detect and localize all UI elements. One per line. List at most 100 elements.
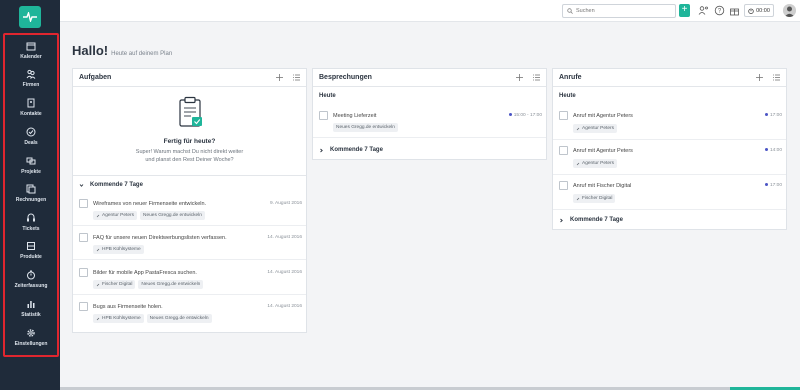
call-time-value: 17:00 [769, 183, 782, 188]
list-view-icon[interactable] [292, 73, 301, 82]
statistics-icon [27, 301, 35, 308]
tag-company[interactable]: HPB Kühlsysteme [93, 314, 144, 323]
meeting-row: Meeting Lieferzeit 15:00 - 17:00 Neues G… [313, 107, 546, 138]
gift-icon[interactable] [729, 5, 740, 16]
chevron-down-icon [79, 183, 84, 187]
meeting-checkbox[interactable] [319, 111, 328, 120]
sidebar-item-label: Firmen [22, 82, 40, 88]
stopwatch-icon [27, 270, 35, 280]
chevron-right-icon [320, 148, 323, 152]
sidebar-item-label: Produkte [20, 254, 42, 260]
user-settings-icon[interactable] [698, 5, 709, 16]
app-logo[interactable] [19, 6, 41, 28]
tag-label: Fischer Digital [582, 196, 613, 201]
call-time: 14:00 [764, 148, 782, 153]
call-title[interactable]: Anruf mit Fischer Digital [573, 183, 631, 189]
tag-label: Neues Gregg.de entwickeln [336, 125, 395, 130]
sidebar-item-projekte[interactable]: Projekte [5, 156, 57, 182]
link-icon [96, 214, 100, 217]
empty-state-title: Fertig für heute? [163, 138, 216, 145]
link-icon [576, 197, 580, 200]
tag-company[interactable]: Fischer Digital [93, 280, 136, 289]
task-title[interactable]: FAQ für unsere neuen Direktwerbungsliste… [93, 235, 227, 241]
task-date: 14. August 2016 [267, 304, 302, 309]
calls-panel: Anrufe Heute Anruf mit Agentur Peters 17… [552, 68, 787, 230]
call-row: Anruf mit Agentur Peters 14:00 Agentur P… [553, 142, 786, 175]
upcoming-toggle[interactable]: Kommende 7 Tage [79, 182, 143, 188]
meeting-title[interactable]: Meeting Lieferzeit [333, 113, 376, 119]
upcoming-toggle[interactable]: Kommende 7 Tage [559, 217, 623, 223]
add-icon[interactable] [275, 73, 284, 82]
task-row: Bugs aus Firmenseite holen. 14. August 2… [73, 297, 306, 329]
sidebar-item-label: Statistik [21, 312, 41, 318]
add-icon[interactable] [515, 73, 524, 82]
task-checkbox[interactable] [79, 233, 88, 242]
empty-state-text-line-1: Super! Warum machst Du nicht direkt weit… [135, 149, 244, 155]
call-checkbox[interactable] [559, 146, 568, 155]
time-tracker-button[interactable]: 00:00 [744, 4, 774, 17]
task-date: 9. August 2016 [269, 201, 302, 206]
sidebar-item-zeiterfassung[interactable]: Zeiterfassung [5, 270, 57, 296]
link-icon [576, 162, 580, 165]
task-checkbox[interactable] [79, 199, 88, 208]
sidebar-item-kalender[interactable]: Kalender [5, 41, 57, 67]
task-row: Bilder für mobile App PastaFresca suchen… [73, 263, 306, 295]
search-box [562, 4, 676, 18]
panel-title: Aufgaben [79, 74, 112, 81]
search-input[interactable] [576, 8, 671, 14]
call-time-value: 14:00 [769, 148, 782, 153]
link-icon [96, 283, 100, 286]
upcoming-toggle[interactable]: Kommende 7 Tage [319, 147, 383, 153]
sidebar-item-statistik[interactable]: Statistik [5, 299, 57, 325]
tag-company[interactable]: Fischer Digital [573, 194, 616, 203]
tag-project[interactable]: Neues Gregg.de entwickeln [333, 123, 398, 132]
task-row: FAQ für unsere neuen Direktwerbungsliste… [73, 228, 306, 260]
panel-title: Besprechungen [319, 74, 372, 81]
link-icon [96, 248, 100, 251]
section-label-today: Heute [559, 93, 576, 99]
tag-label: Neues Gregg.de entwickeln [143, 213, 202, 218]
sidebar-item-tickets[interactable]: Tickets [5, 213, 57, 239]
sidebar-item-produkte[interactable]: Produkte [5, 241, 57, 267]
sidebar-item-label: Kontakte [20, 111, 42, 117]
task-date: 14. August 2016 [267, 235, 302, 240]
task-title[interactable]: Wireframes von neuer Firmenseite entwick… [93, 201, 206, 207]
timer-value: 00:00 [756, 7, 770, 14]
call-title[interactable]: Anruf mit Agentur Peters [573, 113, 633, 119]
task-checkbox[interactable] [79, 268, 88, 277]
sidebar-item-einstellungen[interactable]: Einstellungen [5, 328, 57, 354]
sidebar-item-kontakte[interactable]: Kontakte [5, 98, 57, 124]
tag-company[interactable]: Agentur Peters [573, 159, 617, 168]
avatar[interactable] [783, 4, 796, 17]
add-icon[interactable] [755, 73, 764, 82]
add-button[interactable]: + [679, 4, 690, 17]
tag-company[interactable]: Agentur Peters [573, 124, 617, 133]
task-title[interactable]: Bugs aus Firmenseite holen. [93, 304, 163, 310]
sidebar-item-firmen[interactable]: Firmen [5, 69, 57, 95]
tag-project[interactable]: Neues Gregg.de entwickeln [146, 314, 212, 323]
projects-icon [26, 157, 36, 165]
tag-project[interactable]: Neues Gregg.de entwickeln [138, 280, 204, 289]
task-checkbox[interactable] [79, 302, 88, 311]
tasks-panel: Aufgaben Fertig für heute? Super! Warum … [72, 68, 307, 333]
sidebar-item-deals[interactable]: Deals [5, 127, 57, 153]
list-view-icon[interactable] [532, 73, 541, 82]
tag-company[interactable]: Agentur Peters [93, 211, 137, 220]
call-checkbox[interactable] [559, 111, 568, 120]
task-title[interactable]: Bilder für mobile App PastaFresca suchen… [93, 270, 197, 276]
tag-company[interactable]: HPB Kühlsysteme [93, 245, 144, 254]
help-icon[interactable]: ? [714, 5, 725, 16]
user-avatar-icon [783, 4, 796, 17]
greeting: Hallo! Heute auf deinem Plan [72, 43, 172, 58]
tag-project[interactable]: Neues Gregg.de entwickeln [140, 211, 205, 220]
link-icon [576, 127, 580, 130]
link-icon [96, 317, 100, 320]
time-dot [764, 183, 768, 187]
list-view-icon[interactable] [772, 73, 781, 82]
stopwatch-icon [748, 8, 754, 14]
sidebar-item-rechnungen[interactable]: Rechnungen [5, 184, 57, 210]
call-title[interactable]: Anruf mit Agentur Peters [573, 148, 633, 154]
task-row: Wireframes von neuer Firmenseite entwick… [73, 194, 306, 226]
call-checkbox[interactable] [559, 181, 568, 190]
page-title: Hallo! [72, 43, 109, 58]
